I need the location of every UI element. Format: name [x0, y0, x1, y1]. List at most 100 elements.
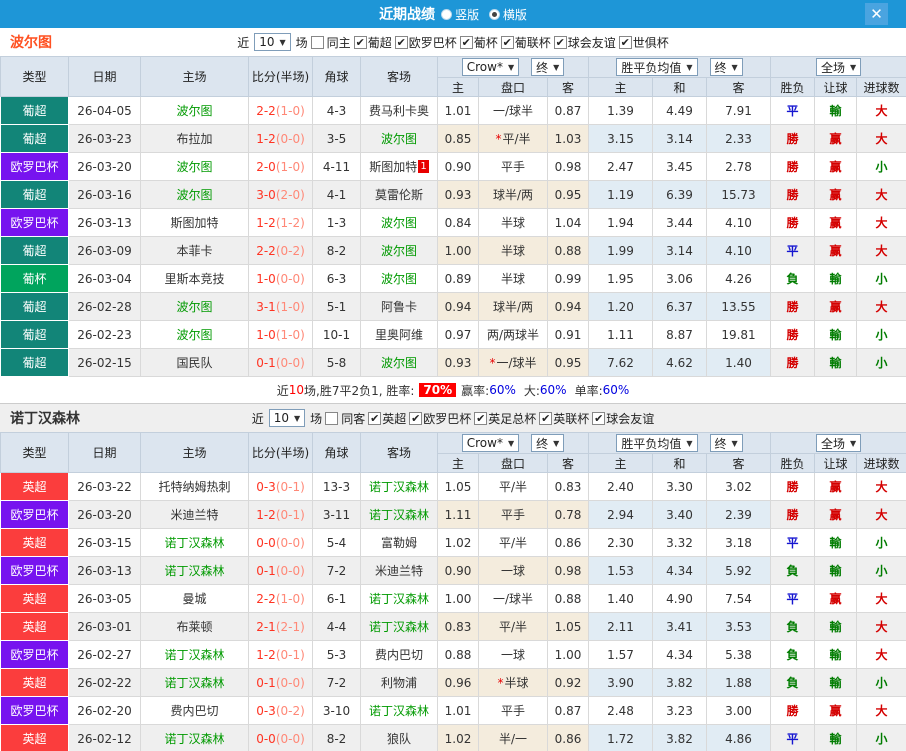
- away-team[interactable]: 莫雷伦斯: [360, 180, 438, 209]
- radio-vertical-icon[interactable]: [441, 8, 453, 20]
- league-filter-item[interactable]: ✔ 欧罗巴杯: [409, 410, 471, 427]
- checkbox-checked-icon[interactable]: ✔: [500, 35, 514, 49]
- odds-stage-value: 终: [536, 436, 549, 451]
- league-filter-item[interactable]: ✔ 英足总杯: [474, 410, 536, 427]
- away-team[interactable]: 米迪兰特: [360, 556, 438, 585]
- away-team[interactable]: 阿鲁卡: [360, 292, 438, 321]
- eu-stage-select[interactable]: 终 ▼: [709, 434, 743, 452]
- checkbox-checked-icon[interactable]: ✔: [592, 411, 606, 425]
- league-filter-item[interactable]: ✔ 欧罗巴杯: [394, 34, 457, 51]
- home-team[interactable]: 诺丁汉森林: [140, 668, 249, 697]
- handicap-result: 赢: [814, 208, 858, 237]
- home-team[interactable]: 布莱顿: [140, 612, 249, 641]
- home-team[interactable]: 诺丁汉森林: [140, 640, 249, 669]
- away-team[interactable]: 里奥阿维: [360, 320, 438, 349]
- odds-company-select[interactable]: Crow* ▼: [461, 58, 520, 76]
- home-team[interactable]: 波尔图: [140, 320, 249, 349]
- home-team[interactable]: 斯图加特: [140, 208, 249, 237]
- home-team[interactable]: 波尔图: [140, 292, 249, 321]
- ah-home-odds: 1.00: [437, 236, 479, 265]
- checkbox-checked-icon[interactable]: ✔: [353, 35, 367, 49]
- radio-horizontal-icon[interactable]: [488, 8, 500, 20]
- ah-away-odds: 0.95: [546, 348, 590, 377]
- eu-away-odds: 5.92: [706, 556, 772, 585]
- radio-vertical-label[interactable]: 竖版: [455, 8, 479, 22]
- home-team[interactable]: 诺丁汉森林: [140, 724, 249, 751]
- home-team[interactable]: 曼城: [140, 584, 249, 613]
- league-filter-item[interactable]: ✔ 葡超: [353, 34, 392, 51]
- radio-horizontal-label[interactable]: 横版: [503, 8, 527, 22]
- match-score: 0-0(0-0): [248, 528, 313, 557]
- corner-score: 7-2: [312, 668, 361, 697]
- eu-stage-select[interactable]: 终 ▼: [709, 58, 743, 76]
- checkbox-checked-icon[interactable]: ✔: [618, 35, 632, 49]
- home-team[interactable]: 托特纳姆热刺: [140, 472, 249, 501]
- away-team[interactable]: 利物浦: [360, 668, 438, 697]
- odds-stage-select[interactable]: 终 ▼: [531, 58, 565, 76]
- home-team[interactable]: 米迪兰特: [140, 500, 249, 529]
- away-team[interactable]: 费内巴切: [360, 640, 438, 669]
- home-team[interactable]: 本菲卡: [140, 236, 249, 265]
- home-team[interactable]: 费内巴切: [140, 696, 249, 725]
- odds-company-select[interactable]: Crow* ▼: [461, 434, 520, 452]
- away-team[interactable]: 富勒姆: [360, 528, 438, 557]
- checkbox-checked-icon[interactable]: ✔: [394, 35, 408, 49]
- single-rate-value: 60%: [602, 383, 630, 397]
- home-team[interactable]: 诺丁汉森林: [140, 556, 249, 585]
- home-team[interactable]: 波尔图: [140, 180, 249, 209]
- league-filter-item[interactable]: ✔ 葡联杯: [500, 34, 551, 51]
- home-team[interactable]: 波尔图: [140, 152, 249, 181]
- checkbox-checked-icon[interactable]: ✔: [474, 411, 488, 425]
- col-header-ah-line: 盘口: [478, 453, 548, 473]
- eu-draw-odds: 3.30: [652, 472, 708, 501]
- away-team[interactable]: 费马利卡奥: [360, 96, 438, 125]
- same-venue-checkbox[interactable]: [325, 411, 339, 425]
- goals-result: 小: [856, 528, 906, 557]
- away-team[interactable]: 诺丁汉森林: [360, 500, 438, 529]
- away-team[interactable]: 诺丁汉森林: [360, 696, 438, 725]
- scope-select[interactable]: 全场 ▼: [815, 434, 862, 452]
- eu-odds-select[interactable]: 胜平负均值 ▼: [616, 434, 698, 452]
- home-team[interactable]: 布拉加: [140, 124, 249, 153]
- away-team[interactable]: 波尔图: [360, 208, 438, 237]
- checkbox-checked-icon[interactable]: ✔: [409, 411, 423, 425]
- checkbox-checked-icon[interactable]: ✔: [553, 35, 567, 49]
- away-team[interactable]: 波尔图: [360, 236, 438, 265]
- league-filter-item[interactable]: ✔ 葡杯: [459, 34, 498, 51]
- ah-line: 半球: [478, 208, 548, 237]
- eu-home-odds: 1.95: [588, 264, 654, 293]
- league-filter-item[interactable]: ✔ 球会友谊: [553, 34, 616, 51]
- home-team[interactable]: 波尔图: [140, 96, 249, 125]
- away-team[interactable]: 斯图加特 1: [360, 152, 438, 181]
- home-team[interactable]: 里斯本竞技: [140, 264, 249, 293]
- away-team[interactable]: 波尔图: [360, 348, 438, 377]
- away-team[interactable]: 诺丁汉森林: [360, 612, 438, 641]
- eu-odds-select[interactable]: 胜平负均值 ▼: [616, 58, 698, 76]
- league-filter-item[interactable]: ✔ 世俱杯: [618, 34, 669, 51]
- eu-home-odds: 1.57: [588, 640, 654, 669]
- same-venue-checkbox[interactable]: [310, 35, 324, 49]
- away-team[interactable]: 狼队: [360, 724, 438, 751]
- away-team[interactable]: 波尔图: [360, 264, 438, 293]
- league-filter-item[interactable]: ✔ 球会友谊: [592, 410, 654, 427]
- away-team[interactable]: 诺丁汉森林: [360, 584, 438, 613]
- league-filter-item[interactable]: ✔ 英超: [368, 410, 406, 427]
- checkbox-checked-icon[interactable]: ✔: [368, 411, 382, 425]
- col-header-ah-away: 客: [546, 453, 590, 473]
- checkbox-checked-icon[interactable]: ✔: [539, 411, 553, 425]
- match-count-select[interactable]: 10 ▼: [268, 409, 306, 427]
- corner-score: 4-4: [312, 612, 361, 641]
- home-team[interactable]: 诺丁汉森林: [140, 528, 249, 557]
- close-button[interactable]: ✕: [865, 3, 888, 25]
- away-team[interactable]: 波尔图: [360, 124, 438, 153]
- checkbox-checked-icon[interactable]: ✔: [459, 35, 473, 49]
- ah-away-odds: 0.91: [546, 320, 590, 349]
- scope-select[interactable]: 全场 ▼: [815, 58, 862, 76]
- odds-stage-select[interactable]: 终 ▼: [531, 434, 565, 452]
- league-filter-item[interactable]: ✔ 英联杯: [539, 410, 589, 427]
- home-team[interactable]: 国民队: [140, 348, 249, 377]
- away-team[interactable]: 诺丁汉森林: [360, 472, 438, 501]
- away-team-name: 诺丁汉森林: [368, 480, 429, 494]
- match-date: 26-04-05: [68, 96, 141, 125]
- match-count-select[interactable]: 10 ▼: [254, 33, 291, 51]
